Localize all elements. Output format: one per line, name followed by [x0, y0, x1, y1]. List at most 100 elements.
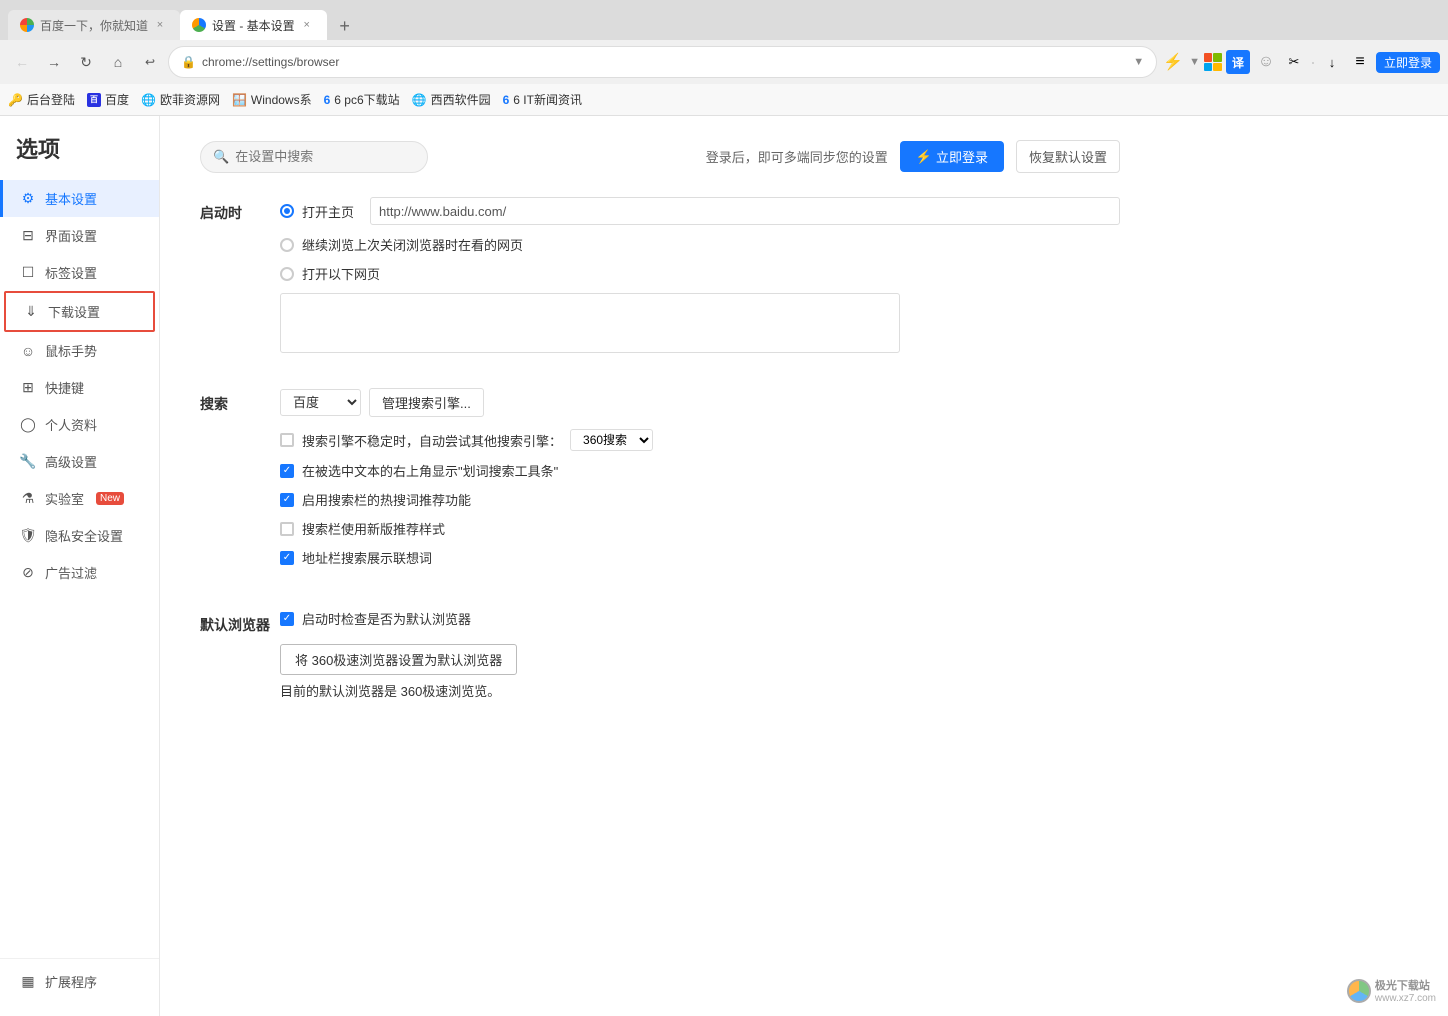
bookmark-it[interactable]: 6 6 IT新闻资讯: [503, 91, 582, 108]
startup-section-label: 启动时: [200, 197, 280, 223]
restore-defaults-button[interactable]: 恢复默认设置: [1016, 140, 1120, 173]
search-checkbox-fallback[interactable]: [280, 433, 294, 447]
translate-icon[interactable]: 译: [1226, 50, 1250, 74]
sidebar-item-basic[interactable]: ⚙ 基本设置: [0, 180, 159, 217]
tab-close-baidu[interactable]: ×: [152, 17, 168, 33]
dropdown-icon-group[interactable]: ▼: [1189, 56, 1200, 68]
bookmark-windows[interactable]: 🪟 Windows系: [232, 91, 312, 108]
tab-settings[interactable]: 设置 - 基本设置 ×: [180, 10, 327, 40]
set-default-browser-button[interactable]: 将 360极速浏览器设置为默认浏览器: [280, 644, 517, 675]
sidebar-label-interface: 界面设置: [45, 226, 97, 245]
sidebar-label-download: 下载设置: [48, 302, 100, 321]
tab-baidu[interactable]: 百度一下，你就知道 ×: [8, 10, 180, 40]
startup-radio-continue[interactable]: [280, 238, 294, 252]
bookmark-label-xixi: 西西软件园: [431, 91, 491, 108]
sidebar-label-advanced: 高级设置: [45, 452, 97, 471]
main-login-button[interactable]: ⚡ 立即登录: [900, 141, 1004, 172]
sidebar-item-adblock[interactable]: ⊘ 广告过滤: [0, 554, 159, 591]
address-dropdown-icon[interactable]: ▼: [1133, 56, 1144, 68]
lock-icon: 🔒: [181, 55, 196, 69]
bookmark-icon-pc6: 6: [324, 93, 331, 107]
search-checkbox-tool[interactable]: [280, 464, 294, 478]
bookmark-admin[interactable]: 🔑 后台登陆: [8, 91, 75, 108]
tab-add-button[interactable]: +: [331, 12, 359, 40]
sidebar-label-tabs: 标签设置: [45, 263, 97, 282]
sidebar-item-lab[interactable]: ⚗ 实验室 New: [0, 480, 159, 517]
sidebar-item-privacy[interactable]: 🛡 隐私安全设置: [0, 517, 159, 554]
startup-label-continue: 继续浏览上次关闭浏览器时在看的网页: [302, 235, 523, 254]
search-checkbox-newstyle[interactable]: [280, 522, 294, 536]
search-option-newstyle-row: 搜索栏使用新版推荐样式: [280, 519, 1120, 538]
bookmark-label-pc6: 6 pc6下载站: [334, 91, 399, 108]
bookmark-pc6[interactable]: 6 6 pc6下载站: [324, 91, 400, 108]
bookmark-label-windows: Windows系: [251, 91, 312, 108]
startup-option-home: 打开主页: [280, 197, 1120, 225]
tab-title-settings: 设置 - 基本设置: [212, 17, 295, 34]
sidebar-label-basic: 基本设置: [45, 189, 97, 208]
settings-search-input[interactable]: [235, 149, 415, 164]
manage-search-engines-button[interactable]: 管理搜索引擎...: [369, 388, 484, 417]
search-option-hot-row: 启用搜索栏的热搜词推荐功能: [280, 490, 1120, 509]
lightning-icon[interactable]: ⚡: [1161, 50, 1185, 74]
homepage-url-input[interactable]: [370, 197, 1120, 225]
default-browser-check-label: 启动时检查是否为默认浏览器: [302, 609, 471, 628]
windows-icon[interactable]: [1204, 53, 1222, 71]
extensions-icon: ▦: [19, 973, 37, 991]
mouse-settings-icon: ☺: [19, 342, 37, 360]
shortcut-settings-icon: ⊞: [19, 379, 37, 397]
sidebar-label-adblock: 广告过滤: [45, 563, 97, 582]
sidebar-item-interface[interactable]: ⊟ 界面设置: [0, 217, 159, 254]
tab-close-settings[interactable]: ×: [299, 17, 315, 33]
bookmark-icon-windows: 🪟: [232, 93, 247, 107]
new-badge: New: [96, 492, 124, 505]
default-browser-checkbox[interactable]: [280, 612, 294, 626]
bookmark-oufi[interactable]: 🌐 欧菲资源网: [141, 91, 220, 108]
sidebar-item-extensions[interactable]: ▦ 扩展程序: [0, 963, 159, 1000]
sidebar-item-mouse[interactable]: ☺ 鼠标手势: [0, 332, 159, 369]
download-icon[interactable]: ↓: [1320, 50, 1344, 74]
default-browser-status: 目前的默认浏览器是 360极速浏览览。: [280, 681, 1120, 700]
toolbar-login-button[interactable]: 立即登录: [1376, 52, 1440, 73]
sidebar-label-privacy: 隐私安全设置: [45, 526, 123, 545]
menu-icon[interactable]: ≡: [1348, 50, 1372, 74]
bookmark-icon-it: 6: [503, 93, 510, 107]
sidebar-item-download[interactable]: ⇓ 下载设置: [4, 291, 155, 332]
settings-search-box[interactable]: 🔍: [200, 141, 428, 173]
bookmark-label-admin: 后台登陆: [27, 91, 75, 108]
startup-radio-urls[interactable]: [280, 267, 294, 281]
scissors-icon[interactable]: ✂: [1282, 50, 1306, 74]
restore-history-button[interactable]: ↩: [136, 48, 164, 76]
bookmark-favicon-baidu: 百: [87, 93, 101, 107]
sidebar-label-mouse: 鼠标手势: [45, 341, 97, 360]
privacy-settings-icon: 🛡: [19, 527, 37, 545]
forward-button[interactable]: →: [40, 48, 68, 76]
bookmark-xixi[interactable]: 🌐 西西软件园: [412, 91, 491, 108]
sidebar: 选项 ⚙ 基本设置 ⊟ 界面设置 ☐ 标签设置 ⇓ 下载设置 ☺ 鼠标手势 ⊞ …: [0, 116, 160, 1016]
startup-option-continue: 继续浏览上次关闭浏览器时在看的网页: [280, 235, 1120, 254]
download-settings-icon: ⇓: [22, 303, 40, 321]
sidebar-label-profile: 个人资料: [45, 415, 97, 434]
bookmark-baidu[interactable]: 百 百度: [87, 91, 129, 108]
face-icon[interactable]: ☺: [1254, 50, 1278, 74]
search-label-hot: 启用搜索栏的热搜词推荐功能: [302, 490, 471, 509]
chevron-down-icon: ▼: [1189, 56, 1200, 68]
back-button[interactable]: ←: [8, 48, 36, 76]
home-button[interactable]: ⌂: [104, 48, 132, 76]
sidebar-title: 选项: [0, 132, 159, 180]
search-checkbox-hot[interactable]: [280, 493, 294, 507]
bookmark-icon-oufi: 🌐: [141, 93, 156, 107]
search-option-tool-row: 在被选中文本的右上角显示"划词搜索工具条": [280, 461, 1120, 480]
startup-urls-textarea[interactable]: [280, 293, 900, 353]
search-engine-select[interactable]: 百度: [280, 389, 361, 416]
refresh-button[interactable]: ↻: [72, 48, 100, 76]
bookmark-icon-admin: 🔑: [8, 93, 23, 107]
search-checkbox-suggest[interactable]: [280, 551, 294, 565]
fallback-engine-select[interactable]: 360搜索: [570, 429, 653, 451]
startup-radio-home[interactable]: [280, 204, 294, 218]
search-option-fallback-row: 搜索引擎不稳定时，自动尝试其他搜索引擎： 360搜索: [280, 429, 1120, 451]
address-bar[interactable]: 🔒 chrome://settings/browser ▼: [168, 46, 1157, 78]
sidebar-item-shortcut[interactable]: ⊞ 快捷键: [0, 369, 159, 406]
sidebar-item-tabs[interactable]: ☐ 标签设置: [0, 254, 159, 291]
sidebar-item-advanced[interactable]: 🔧 高级设置: [0, 443, 159, 480]
sidebar-item-profile[interactable]: ◯ 个人资料: [0, 406, 159, 443]
